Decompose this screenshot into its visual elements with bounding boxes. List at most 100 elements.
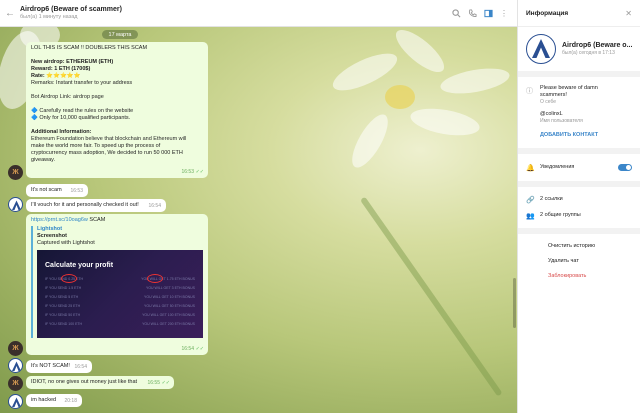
info-header: Информация ✕ [518, 0, 640, 27]
username[interactable]: @colinxL [540, 111, 632, 118]
preview-row-right: YOU WILL GET 100 ETH BONUS [142, 313, 195, 317]
preview-row-left: IF YOU SEND 1.5 ETH [45, 286, 82, 290]
preview-row-right: YOU WILL GET 3 ETH BONUS [145, 286, 195, 290]
preview-site-name: Lightshot [37, 226, 63, 232]
read-checks-icon: ✓✓ [195, 169, 204, 175]
message-line [31, 122, 203, 129]
info-panel: Информация ✕ Airdrop6 (Beware o... был(а… [517, 0, 640, 413]
message-line: Additional Information: [31, 129, 92, 135]
groups-row[interactable]: 👥 2 общие группы [518, 204, 640, 228]
avatar[interactable] [8, 394, 23, 409]
chat-scrollbar[interactable] [513, 28, 516, 413]
message-bubble[interactable]: It's not scam 16:53 [26, 184, 88, 197]
preview-row-right: YOU WILL GET 10 ETH BONUS [144, 295, 195, 299]
airdrop-logo-icon [12, 200, 21, 210]
message-time: 16:53 [181, 169, 194, 175]
notifications-row[interactable]: 🔔 Уведомления [518, 154, 640, 181]
profile-avatar[interactable] [526, 34, 556, 64]
message-line: Rate: ⭐⭐⭐⭐⭐ [31, 73, 81, 79]
background-petal [438, 64, 512, 98]
message-line[interactable]: Bot Airdrop Link: airdrop page [31, 94, 203, 101]
message-time: 16:55 [147, 380, 160, 386]
background-petal [345, 109, 395, 173]
message-text: It's not scam [31, 187, 62, 193]
bio-row: ⓘ Please beware of damn scammers! О себе [518, 77, 640, 105]
message-time: 16:54 [148, 203, 161, 209]
message-line[interactable]: 🔷 Carefully read the rules on the websit… [31, 108, 203, 115]
links-count: 2 ссылки [540, 196, 563, 202]
preview-row-left: IF YOU SEND 50 ETH [45, 313, 81, 317]
preview-row: IF YOU SEND 100 ETH YOU WILL GET 200 ETH … [45, 321, 195, 327]
red-circle-annotation [147, 274, 163, 283]
message-line: LOL THIS IS SCAM !! DOUBLERS THIS SCAM [31, 45, 148, 51]
message-bubble[interactable]: IDIOT, no one gives out money just like … [26, 376, 174, 389]
preview-row-left: IF YOU SEND 5 ETH [45, 295, 79, 299]
message-line: New airdrop: ETHEREUM (ETH) [31, 59, 114, 65]
background-flower-core [385, 85, 415, 109]
avatar[interactable]: Ж [8, 376, 23, 391]
avatar[interactable] [8, 197, 23, 212]
read-checks-icon: ✓✓ [161, 380, 170, 386]
avatar[interactable] [8, 358, 23, 373]
group-icon: 👥 [526, 213, 535, 220]
chat-status: был(а) 1 минуту назад [20, 14, 78, 20]
phone-icon[interactable] [465, 6, 479, 20]
message-text-suffix: SCAM [87, 217, 106, 223]
bio-body: Please beware of damn scammers! О себе [540, 85, 632, 105]
message-time: 20:18 [64, 398, 77, 404]
message-line [31, 87, 203, 94]
preview-row: IF YOU SEND 5 ETH YOU WILL GET 10 ETH BON… [45, 294, 195, 300]
links-row[interactable]: 🔗 2 ссылки [518, 187, 640, 204]
block-button[interactable]: Заблокировать [518, 268, 640, 283]
avatar[interactable]: Ж [8, 165, 23, 180]
message-bubble[interactable]: im hacked 20:18 [26, 394, 82, 407]
preview-row-left: IF YOU SEND 100 ETH [45, 322, 83, 326]
notifications-toggle[interactable] [618, 164, 632, 171]
message-text: https://prnt.sc/10oag6w SCAM [31, 217, 203, 224]
clear-history-button[interactable]: Очистить историю [518, 238, 640, 253]
chat-title-block[interactable]: Airdrop6 (Beware of scammer) был(а) 1 ми… [20, 6, 449, 20]
message-text: I'll vouch for it and personally checked… [31, 202, 139, 208]
message-line: cryptocurrency mass adoption, We decided… [31, 150, 183, 156]
avatar[interactable]: Ж [8, 341, 23, 356]
preview-row: IF YOU SEND 1.5 ETH YOU WILL GET 3 ETH BO… [45, 285, 195, 291]
message-bubble[interactable]: It's NOT SCAM! 16:54 [26, 360, 92, 373]
link-icon: 🔗 [526, 197, 535, 204]
message-bubble[interactable]: LOL THIS IS SCAM !! DOUBLERS THIS SCAM N… [26, 42, 208, 178]
username-label: Имя пользователя [540, 118, 583, 124]
username-body: @colinxL Имя пользователя [540, 111, 632, 124]
chat-header: ← Airdrop6 (Beware of scammer) был(а) 1 … [0, 0, 517, 27]
background-stem [360, 196, 503, 397]
close-icon[interactable]: ✕ [625, 9, 632, 18]
message-bubble[interactable]: https://prnt.sc/10oag6w SCAM Lightshot S… [26, 214, 208, 355]
profile-status: был(а) сегодня в 17:13 [562, 50, 615, 56]
message-time: 16:54 [181, 346, 194, 352]
airdrop-logo-icon [12, 361, 21, 371]
message-bubble[interactable]: I'll vouch for it and personally checked… [26, 199, 166, 212]
delete-chat-button[interactable]: Удалить чат [518, 253, 640, 268]
scroll-thumb[interactable] [513, 278, 516, 328]
message-line [31, 52, 203, 59]
message-text: im hacked [31, 397, 57, 403]
link-preview[interactable]: Lightshot Screenshot Captured with Light… [31, 226, 203, 338]
message-link[interactable]: https://prnt.sc/10oag6w [31, 217, 88, 223]
back-arrow-icon[interactable]: ← [0, 0, 20, 27]
preview-image[interactable]: Calculate your profit IF YOU SEND 0.25 E… [37, 250, 203, 338]
profile-block: Airdrop6 (Beware o... был(а) сегодня в 1… [518, 27, 640, 71]
info-title: Информация [526, 9, 569, 17]
message-line: Remarks: Instant transfer to your addres… [31, 80, 133, 86]
sidebar-toggle-icon[interactable] [481, 6, 495, 20]
search-icon[interactable] [449, 6, 463, 20]
more-vert-icon[interactable]: ⋮ [497, 6, 511, 20]
add-contact-row: ДОБАВИТЬ КОНТАКТ [518, 124, 640, 148]
chat-title: Airdrop6 (Beware of scammer) [20, 6, 122, 13]
profile-name: Airdrop6 (Beware o... [562, 42, 633, 49]
message-line[interactable]: Ethereum Foundation believe that blockch… [31, 136, 203, 143]
add-contact-button[interactable]: ДОБАВИТЬ КОНТАКТ [540, 132, 598, 138]
message-line: giveaway. [31, 157, 56, 163]
username-row: @colinxL Имя пользователя [518, 105, 640, 124]
red-circle-annotation [61, 274, 77, 283]
message-line: Reward: 1 ETH (1700$) [31, 66, 91, 72]
message-text: It's NOT SCAM! [31, 363, 70, 369]
preview-row-right: YOU WILL GET 200 ETH BONUS [142, 322, 195, 326]
